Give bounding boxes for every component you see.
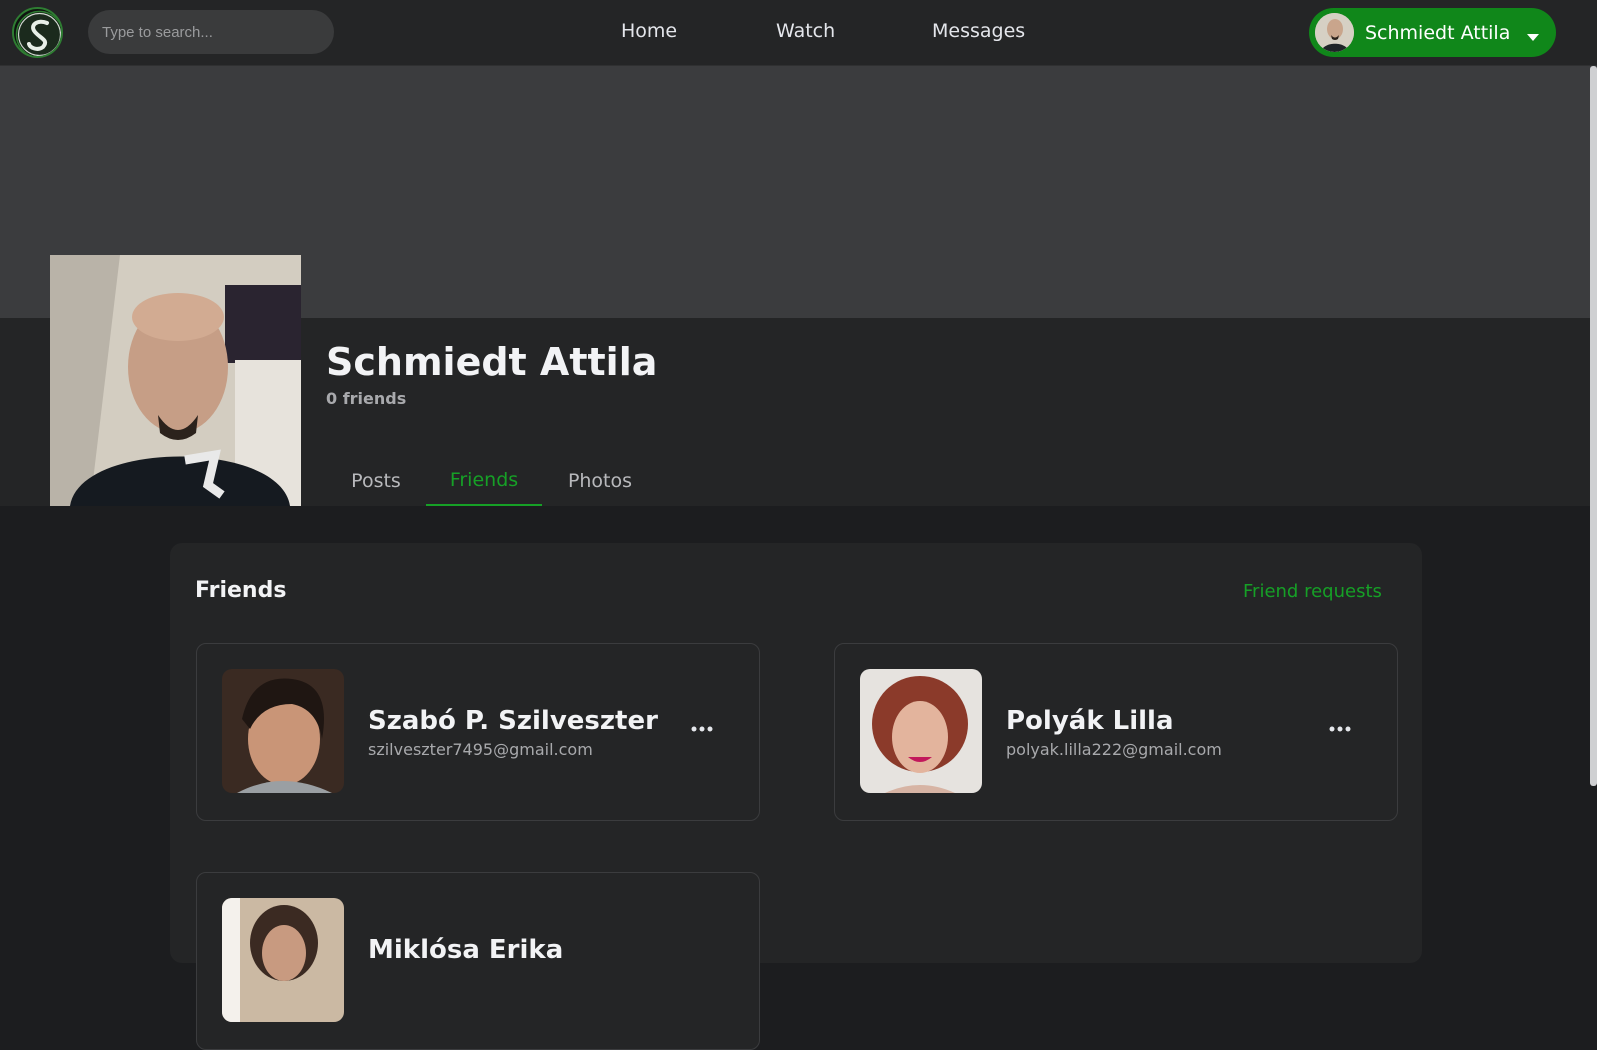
profile-photo[interactable] (50, 255, 301, 506)
friend-item[interactable]: Miklósa Erika (196, 872, 760, 1050)
page-scrollbar[interactable] (1590, 66, 1597, 786)
user-avatar (1315, 13, 1354, 52)
friend-requests-link[interactable]: Friend requests (1243, 581, 1382, 602)
friend-email: polyak.lilla222@gmail.com (1006, 740, 1222, 759)
search-input[interactable] (88, 10, 334, 54)
profile-name: Schmiedt Attila (326, 340, 658, 384)
chevron-down-icon (1526, 28, 1540, 47)
nav-watch-link[interactable]: Watch (776, 20, 835, 42)
friend-avatar[interactable] (222, 669, 344, 793)
friend-avatar[interactable] (222, 898, 344, 1022)
friends-section-title: Friends (195, 578, 287, 603)
more-options-icon[interactable] (687, 714, 717, 744)
friend-count: 0 friends (326, 389, 407, 408)
app-logo-icon[interactable] (12, 7, 63, 58)
user-name-label: Schmiedt Attila (1365, 21, 1511, 44)
friend-email: szilveszter7495@gmail.com (368, 740, 593, 759)
friend-name[interactable]: Szabó P. Szilveszter (368, 706, 658, 736)
tab-friends[interactable]: Friends (426, 456, 542, 506)
more-options-icon[interactable] (1325, 714, 1355, 744)
friend-name[interactable]: Miklósa Erika (368, 935, 563, 965)
tab-posts[interactable]: Posts (326, 456, 426, 506)
friend-name[interactable]: Polyák Lilla (1006, 706, 1174, 736)
friend-item[interactable]: Szabó P. Szilveszter szilveszter7495@gma… (196, 643, 760, 821)
tab-photos[interactable]: Photos (542, 456, 658, 506)
nav-messages-link[interactable]: Messages (932, 20, 1025, 42)
nav-home-link[interactable]: Home (621, 20, 677, 42)
user-menu-button[interactable]: Schmiedt Attila (1309, 8, 1556, 57)
top-navbar: Home Watch Messages Schmiedt Attila (0, 0, 1597, 66)
friend-item[interactable]: Polyák Lilla polyak.lilla222@gmail.com (834, 643, 1398, 821)
friend-avatar[interactable] (860, 669, 982, 793)
